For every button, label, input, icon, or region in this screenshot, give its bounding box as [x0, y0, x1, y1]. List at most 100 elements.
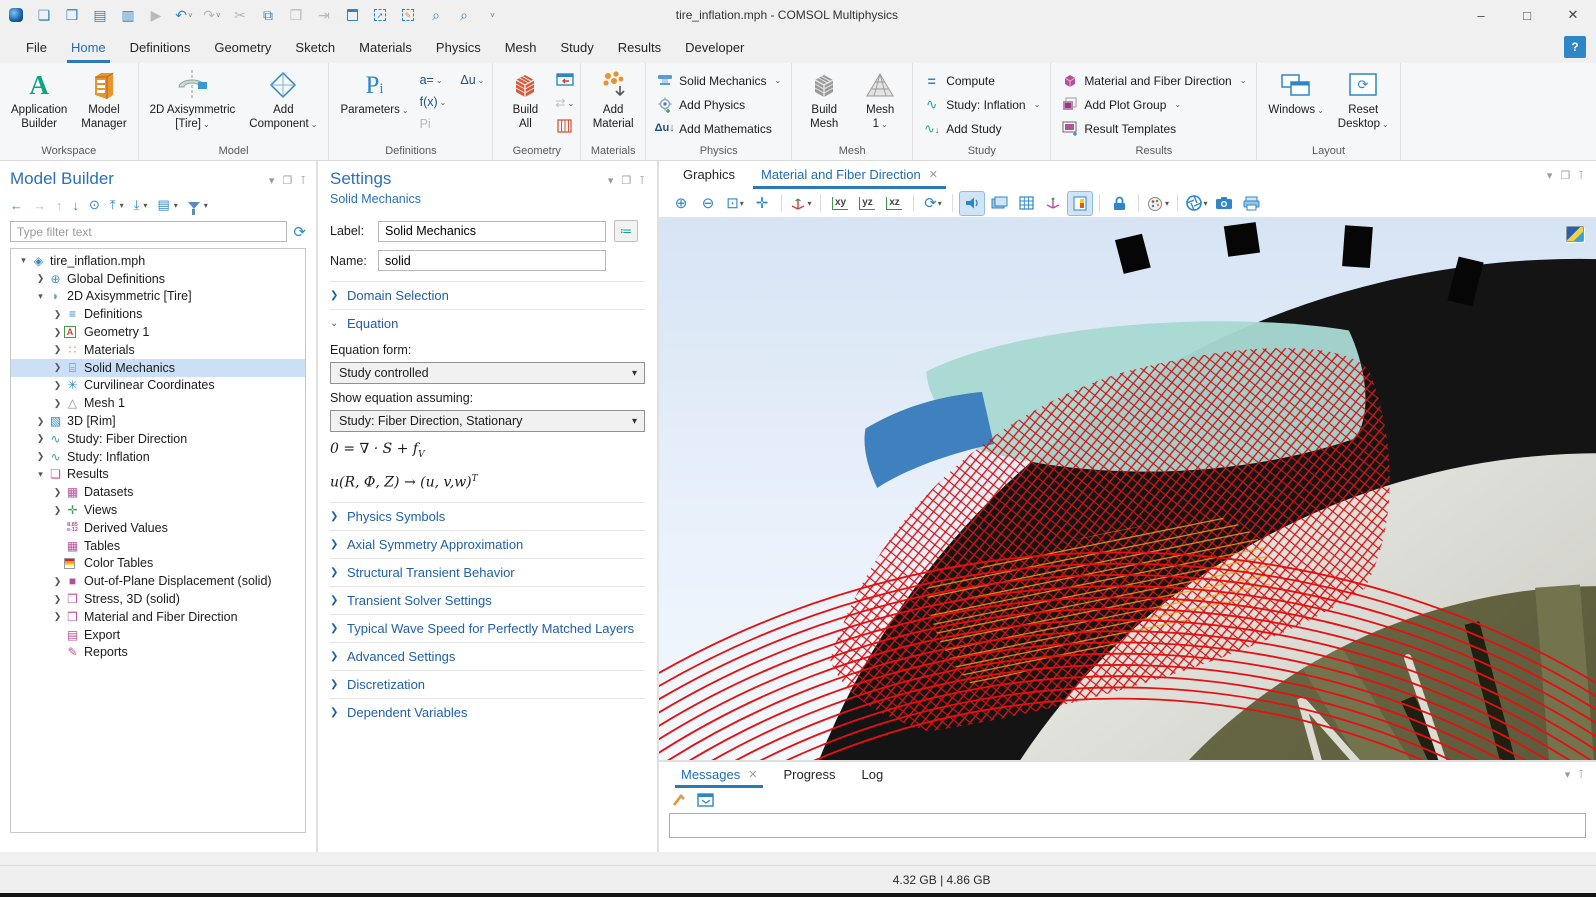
tree-item-study-inflation[interactable]: ❯∿Study: Inflation: [11, 448, 305, 466]
reset-desktop-button[interactable]: ⟳Reset Desktop⌄: [1333, 66, 1394, 143]
tree-chevron-icon[interactable]: ❯: [51, 344, 64, 355]
tree-chevron-icon[interactable]: ❯: [51, 576, 64, 587]
tree-item-curvilinear-coordinates[interactable]: ❯✳Curvilinear Coordinates: [11, 377, 305, 395]
material-and-fiber-direction-button[interactable]: Material and Fiber Direction⌄: [1057, 69, 1250, 92]
float-panel-icon[interactable]: ❐: [282, 174, 292, 187]
comsol-logo-icon[interactable]: [4, 3, 28, 27]
add-component-button[interactable]: Add Component⌄: [244, 66, 322, 143]
ribbon-tab-definitions[interactable]: Definitions: [118, 34, 203, 63]
2d-axisymmetric-tire--button[interactable]: 2D Axisymmetric [Tire]⌄: [145, 66, 241, 143]
model-tree-node-text-icon[interactable]: ▤▾: [157, 197, 177, 213]
tree-chevron-icon[interactable]: ❯: [51, 611, 64, 622]
pin-icon[interactable]: ⊺: [639, 174, 645, 187]
tree-chevron-icon[interactable]: ❯: [51, 327, 64, 338]
tree-item-study-fiber-direction[interactable]: ❯∿Study: Fiber Direction: [11, 430, 305, 448]
graphics-tab-graphics[interactable]: Graphics: [673, 162, 745, 189]
study-inflation-button[interactable]: ∿Study: Inflation⌄: [919, 93, 1044, 116]
tree-item-out-of-plane-displacement-solid-[interactable]: ❯■Out-of-Plane Displacement (solid): [11, 572, 305, 590]
redo-icon[interactable]: ↷˅: [200, 3, 224, 27]
tree-chevron-icon[interactable]: ❯: [34, 451, 47, 462]
view-xy-icon[interactable]: xy: [828, 192, 852, 215]
ribbon-tab-developer[interactable]: Developer: [673, 34, 756, 63]
section-physics-symbols[interactable]: ❯Physics Symbols: [330, 502, 645, 530]
tree-item-tire-inflation-mph[interactable]: ▾◈tire_inflation.mph: [11, 252, 305, 270]
ribbon-tab-file[interactable]: File: [14, 34, 59, 63]
section-structural-transient-behavior[interactable]: ❯Structural Transient Behavior: [330, 558, 645, 586]
compute-button[interactable]: =Compute: [919, 69, 1044, 92]
tree-item-tables[interactable]: ▦Tables: [11, 537, 305, 555]
tree-item-mesh-1[interactable]: ❯△Mesh 1: [11, 394, 305, 412]
tree-item-solid-mechanics[interactable]: ❯⌸Solid Mechanics: [11, 359, 305, 377]
show-grid-icon[interactable]: [1014, 192, 1038, 215]
application-builder-button[interactable]: AApplication Builder: [6, 66, 72, 143]
float-panel-icon[interactable]: ❐: [621, 174, 631, 187]
close-button[interactable]: ✕: [1550, 0, 1596, 30]
result-templates-button[interactable]: Result Templates: [1057, 117, 1250, 140]
section-dependent-variables[interactable]: ❯Dependent Variables: [330, 698, 645, 726]
windows-button[interactable]: Windows⌄: [1263, 66, 1328, 143]
add-physics-button[interactable]: Add Physics: [652, 93, 785, 116]
model-manager-button[interactable]: Model Manager: [76, 66, 131, 143]
ribbon-tab-results[interactable]: Results: [606, 34, 673, 63]
section-discretization[interactable]: ❯Discretization: [330, 670, 645, 698]
messages-tab-log[interactable]: Log: [854, 763, 892, 788]
move-up-icon[interactable]: ↑: [56, 198, 63, 213]
f-x--button[interactable]: f(x)⌄: [420, 91, 447, 113]
tree-chevron-icon[interactable]: ▾: [17, 255, 30, 266]
tree-chevron-icon[interactable]: ❯: [51, 362, 64, 373]
print-icon[interactable]: [1239, 192, 1263, 215]
clear-selection-icon[interactable]: ✎: [396, 3, 420, 27]
run-icon[interactable]: ▶: [144, 3, 168, 27]
messages-tab-progress[interactable]: Progress: [775, 763, 843, 788]
paste-icon[interactable]: ❐: [284, 3, 308, 27]
zoom-extents-icon[interactable]: ✛: [750, 192, 774, 215]
add-material-button[interactable]: Add Material: [587, 66, 639, 143]
ribbon-tab-materials[interactable]: Materials: [347, 34, 424, 63]
tree-item-material-and-fiber-direction[interactable]: ❯❒Material and Fiber Direction: [11, 608, 305, 626]
scene-light-icon[interactable]: [960, 192, 984, 215]
filter-icon[interactable]: ▾: [188, 201, 208, 210]
tree-item-global-definitions[interactable]: ❯⊕Global Definitions: [11, 270, 305, 288]
section-advanced-settings[interactable]: ❯Advanced Settings: [330, 642, 645, 670]
tree-item-datasets[interactable]: ❯▦Datasets: [11, 483, 305, 501]
go-back-icon[interactable]: ←: [10, 198, 23, 213]
mesh-1-button[interactable]: Mesh 1⌄: [854, 66, 906, 143]
clear-messages-icon[interactable]: [671, 792, 687, 808]
tree-item-views[interactable]: ❯✛Views: [11, 501, 305, 519]
import-geometry-button[interactable]: [555, 70, 574, 90]
tree-item-reports[interactable]: ✎Reports: [11, 644, 305, 662]
messages-tab-messages[interactable]: Messages✕: [673, 763, 765, 788]
add-mathematics-button[interactable]: Δu↓Add Mathematics: [652, 117, 785, 140]
view-xz-icon[interactable]: xz: [882, 192, 906, 215]
tree-chevron-icon[interactable]: ▾: [34, 291, 47, 302]
axis-orientation-icon[interactable]: [1041, 192, 1065, 215]
section-typical-wave-speed-for-perfectly-matched-layers[interactable]: ❯Typical Wave Speed for Perfectly Matche…: [330, 614, 645, 642]
view-yz-icon[interactable]: yz: [855, 192, 879, 215]
copy-icon[interactable]: ⧉: [256, 3, 280, 27]
ribbon-tab-mesh[interactable]: Mesh: [493, 34, 549, 63]
duplicate-icon[interactable]: ⇥: [312, 3, 336, 27]
chevron-down-icon[interactable]: ▾: [1547, 169, 1553, 182]
section-transient-solver-settings[interactable]: ❯Transient Solver Settings: [330, 586, 645, 614]
go-forward-icon[interactable]: →: [33, 198, 46, 213]
tree-chevron-icon[interactable]: ❯: [51, 487, 64, 498]
label-field[interactable]: [378, 221, 606, 242]
image-snapshot-icon[interactable]: ▾: [1185, 192, 1209, 215]
tree-item-results[interactable]: ▾❏Results: [11, 466, 305, 484]
open-file-icon[interactable]: ❒: [60, 3, 84, 27]
name-field[interactable]: [378, 250, 606, 271]
filter-input[interactable]: [10, 221, 287, 242]
pin-icon[interactable]: ⊺: [1578, 169, 1584, 182]
show-icon[interactable]: ⊙: [89, 197, 100, 213]
expand-all-icon[interactable]: ⤒▾: [110, 197, 124, 213]
tree-item-geometry-1[interactable]: ❯AGeometry 1: [11, 323, 305, 341]
open-messages-window-icon[interactable]: [697, 793, 715, 808]
tree-item-stress-3d-solid-[interactable]: ❯❒Stress, 3D (solid): [11, 590, 305, 608]
chevron-down-icon[interactable]: ▾: [269, 174, 275, 187]
ribbon-tab-geometry[interactable]: Geometry: [202, 34, 283, 63]
section-axial-symmetry-approximation[interactable]: ❯Axial Symmetry Approximation: [330, 530, 645, 558]
ribbon-tab-sketch[interactable]: Sketch: [283, 34, 347, 63]
ribbon-tab-home[interactable]: Home: [59, 34, 118, 63]
solid-mechanics-button[interactable]: Solid Mechanics⌄: [652, 69, 785, 92]
remove-details-button[interactable]: [555, 116, 574, 136]
